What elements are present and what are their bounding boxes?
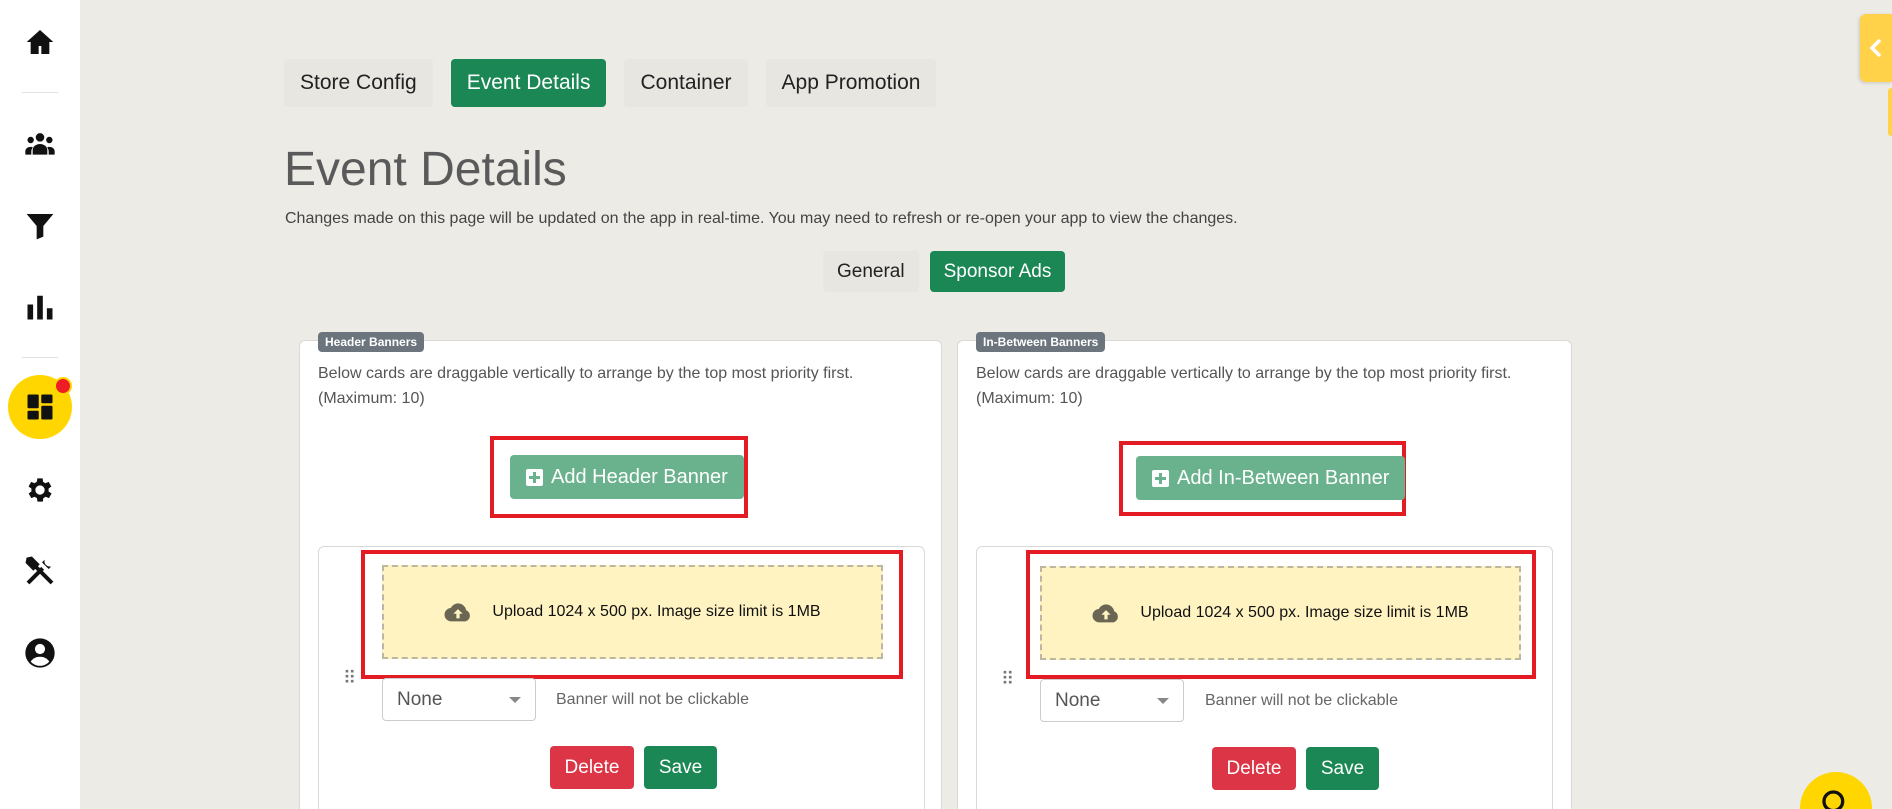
upload-dropzone[interactable]: Upload 1024 x 500 px. Image size limit i… <box>1040 566 1521 660</box>
upload-hint: Upload 1024 x 500 px. Image size limit i… <box>492 603 821 620</box>
notification-dot <box>54 377 72 395</box>
sidebar <box>0 0 80 809</box>
sidebar-item-dashboard[interactable] <box>0 374 80 440</box>
page-title: Event Details <box>284 143 567 196</box>
banner-item: Upload 1024 x 500 px. Image size limit i… <box>976 546 1553 809</box>
cloud-upload-icon <box>1092 604 1119 623</box>
save-button[interactable]: Save <box>1306 747 1379 790</box>
plus-icon <box>526 468 543 486</box>
drag-handle-icon[interactable]: ⠿ <box>1001 670 1014 688</box>
sidebar-item-account[interactable] <box>0 633 80 673</box>
top-tabs: Store Config Event Details Container App… <box>284 59 937 107</box>
link-type-select[interactable]: None <box>1040 679 1184 722</box>
account-icon <box>25 638 55 668</box>
link-type-select[interactable]: None <box>382 678 536 721</box>
help-chat-button[interactable] <box>1800 772 1872 809</box>
add-button-label: Add In-Between Banner <box>1177 466 1390 489</box>
plus-icon <box>1152 469 1169 487</box>
card-badge: Header Banners <box>318 332 425 352</box>
page-description: Changes made on this page will be update… <box>285 210 1238 227</box>
sidebar-divider <box>22 92 58 93</box>
tab-store-config[interactable]: Store Config <box>284 59 433 107</box>
chart-icon <box>27 295 53 320</box>
tab-general[interactable]: General <box>823 251 919 292</box>
tab-sponsor-ads[interactable]: Sponsor Ads <box>929 251 1066 292</box>
tab-app-promotion[interactable]: App Promotion <box>765 59 937 107</box>
chevron-left-icon <box>1869 38 1882 58</box>
users-icon <box>25 133 55 155</box>
dashboard-icon <box>27 394 53 420</box>
sidebar-item-analytics[interactable] <box>0 287 80 327</box>
save-button[interactable]: Save <box>644 746 717 789</box>
search-icon <box>1822 790 1845 809</box>
card-description: Below cards are draggable vertically to … <box>318 365 854 407</box>
upload-hint: Upload 1024 x 500 px. Image size limit i… <box>1140 604 1469 621</box>
tab-event-details[interactable]: Event Details <box>450 59 607 107</box>
banner-item: Upload 1024 x 500 px. Image size limit i… <box>318 546 925 809</box>
active-indicator <box>8 375 72 439</box>
chevron-down-icon <box>1157 697 1169 704</box>
tools-icon <box>25 556 54 585</box>
sidebar-item-settings[interactable] <box>0 470 80 510</box>
header-banners-card: Header Banners Below cards are draggable… <box>299 332 942 809</box>
sidebar-item-users[interactable] <box>0 124 80 164</box>
chevron-down-icon <box>509 696 521 703</box>
link-note: Banner will not be clickable <box>1205 692 1398 709</box>
sidebar-item-filter[interactable] <box>0 206 80 246</box>
sub-tabs: General Sponsor Ads <box>823 251 1066 292</box>
panel-edge <box>1888 88 1892 136</box>
gear-icon <box>28 478 52 502</box>
delete-button[interactable]: Delete <box>1212 747 1296 790</box>
add-in-between-banner-button[interactable]: Add In-Between Banner <box>1136 456 1406 500</box>
drag-handle-icon[interactable]: ⠿ <box>343 669 356 687</box>
cloud-upload-icon <box>444 603 471 622</box>
sidebar-item-tools[interactable] <box>0 551 80 591</box>
card-description: Below cards are draggable vertically to … <box>976 365 1512 407</box>
in-between-banners-card: In-Between Banners Below cards are dragg… <box>957 332 1572 809</box>
sidebar-divider <box>22 357 58 358</box>
filter-icon <box>26 214 54 240</box>
link-note: Banner will not be clickable <box>556 691 749 708</box>
add-header-banner-button[interactable]: Add Header Banner <box>510 455 744 499</box>
link-type-value: None <box>397 688 443 710</box>
link-type-value: None <box>1055 689 1101 711</box>
tab-container[interactable]: Container <box>624 59 748 107</box>
add-button-label: Add Header Banner <box>551 465 728 488</box>
card-badge: In-Between Banners <box>976 332 1106 352</box>
upload-dropzone[interactable]: Upload 1024 x 500 px. Image size limit i… <box>382 565 883 659</box>
panel-toggle-button[interactable] <box>1860 14 1892 82</box>
home-icon <box>26 30 54 54</box>
sidebar-item-home[interactable] <box>0 22 80 62</box>
delete-button[interactable]: Delete <box>550 746 634 789</box>
